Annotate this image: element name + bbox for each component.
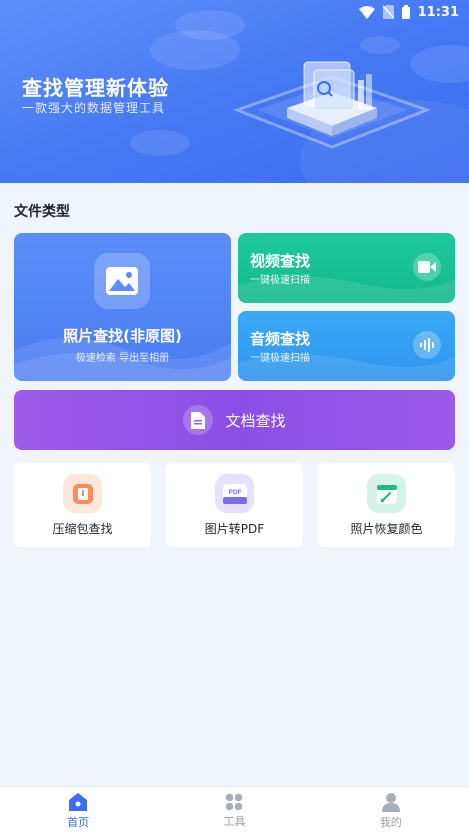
photo-color-restore-button[interactable]: 照片恢复颜色 <box>318 463 455 547</box>
tab-mine-label: 我的 <box>379 816 402 829</box>
tab-tools-label: 工具 <box>223 815 246 828</box>
hero-banner: 11:31 查找管理新体验 一款强大的数据管理工具 <box>0 0 469 183</box>
section-title: 文件类型 <box>14 204 70 220</box>
no-sim-icon <box>382 5 394 19</box>
tab-home[interactable]: 首页 <box>0 787 156 835</box>
pdf-icon: PDF <box>215 474 254 513</box>
pdf-icon-text: PDF <box>228 489 241 496</box>
photo-search-card[interactable]: 照片查找(非原图) 极速检索 导出至相册 <box>14 233 231 381</box>
photo-card-subtitle: 极速检索 导出至相册 <box>75 353 170 364</box>
photo-color-restore-label: 照片恢复颜色 <box>350 522 423 536</box>
sound-wave-icon <box>413 331 441 359</box>
audio-card-title: 音频查找 <box>250 330 311 348</box>
battery-icon <box>401 5 410 19</box>
image-to-pdf-button[interactable]: PDF 图片转PDF <box>166 463 303 547</box>
data-server-illustration-icon <box>232 61 432 149</box>
document-icon <box>183 405 214 435</box>
document-search-card[interactable]: 文档查找 <box>14 390 455 450</box>
video-card-subtitle: 一键极速扫描 <box>250 275 310 286</box>
zip-search-button[interactable]: 压缩包查找 <box>14 463 151 547</box>
hero-title: 查找管理新体验 <box>22 76 169 100</box>
wifi-icon <box>358 5 375 19</box>
photo-card-title: 照片查找(非原图) <box>63 327 182 345</box>
tab-mine[interactable]: 我的 <box>313 787 469 835</box>
zip-icon <box>63 474 102 513</box>
grid-icon <box>226 793 243 811</box>
tab-tools[interactable]: 工具 <box>156 787 312 835</box>
hero-subtitle: 一款强大的数据管理工具 <box>22 101 166 115</box>
audio-search-card[interactable]: 音频查找 一键极速扫描 <box>238 311 455 381</box>
tab-home-label: 首页 <box>67 816 90 829</box>
document-card-title: 文档查找 <box>225 411 286 430</box>
status-time: 11:31 <box>417 4 459 20</box>
video-card-title: 视频查找 <box>250 252 311 270</box>
color-restore-icon <box>367 474 406 513</box>
video-camera-icon <box>413 253 441 281</box>
video-search-card[interactable]: 视频查找 一键极速扫描 <box>238 233 455 303</box>
status-bar: 11:31 <box>0 0 469 24</box>
user-icon <box>381 793 400 812</box>
home-icon <box>69 793 88 811</box>
image-to-pdf-label: 图片转PDF <box>204 522 265 536</box>
audio-card-subtitle: 一键极速扫描 <box>250 353 310 364</box>
zip-search-label: 压缩包查找 <box>52 522 113 536</box>
bottom-tab-bar: 首页 工具 我的 <box>0 786 469 835</box>
image-icon <box>94 253 150 309</box>
